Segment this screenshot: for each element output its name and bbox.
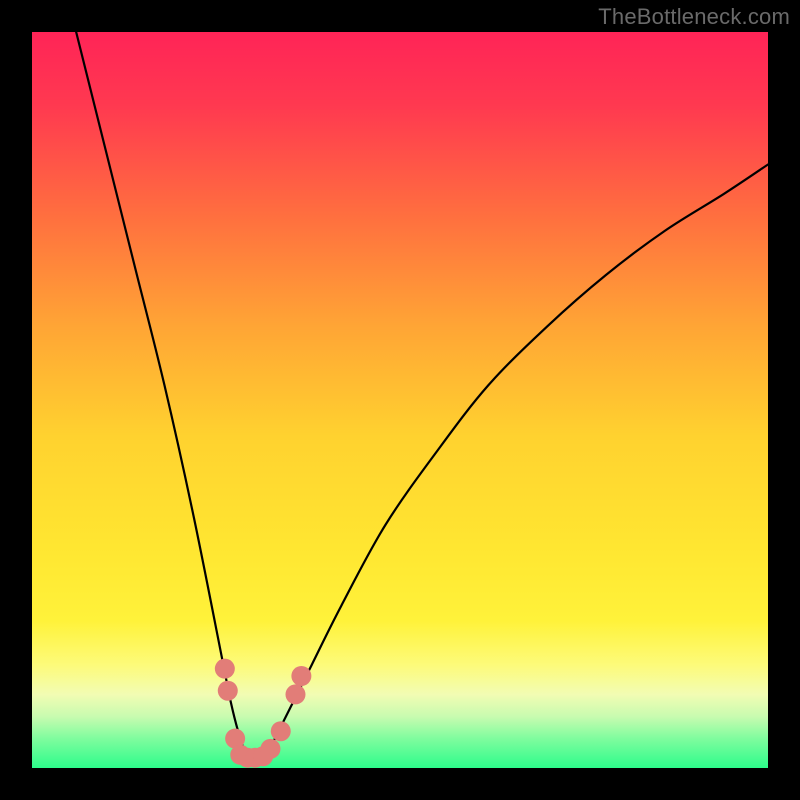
chart-frame: TheBottleneck.com xyxy=(0,0,800,800)
plot-area xyxy=(32,32,768,768)
highlight-dot xyxy=(260,739,280,759)
highlight-dot xyxy=(291,666,311,686)
highlight-dot xyxy=(215,659,235,679)
chart-svg xyxy=(32,32,768,768)
watermark-text: TheBottleneck.com xyxy=(598,4,790,30)
highlight-dot xyxy=(218,681,238,701)
highlight-dot xyxy=(285,684,305,704)
gradient-background xyxy=(32,32,768,768)
highlight-dot xyxy=(271,721,291,741)
